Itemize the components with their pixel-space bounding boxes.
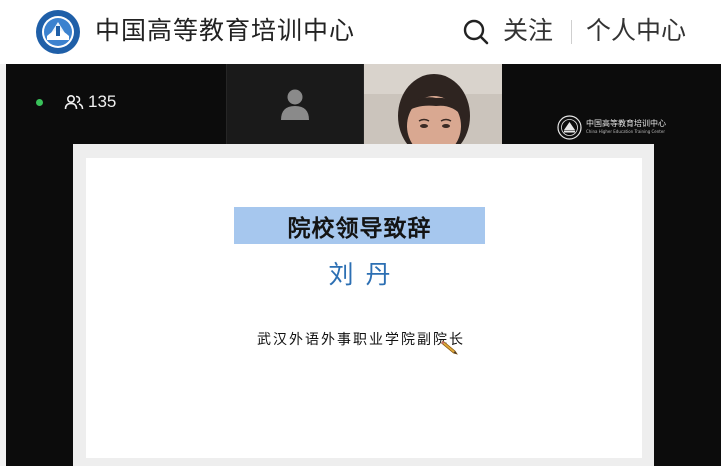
personal-center-link[interactable]: 个人中心	[586, 14, 686, 48]
speaker-video-tile[interactable]	[364, 64, 502, 144]
participant-count[interactable]: 135	[88, 91, 116, 113]
site-logo[interactable]	[35, 9, 81, 55]
avatar-icon	[281, 89, 309, 120]
people-icon[interactable]	[64, 94, 84, 110]
search-icon[interactable]	[462, 18, 490, 46]
header-divider	[571, 20, 572, 44]
slide-banner-title: 院校领导致辞	[287, 215, 432, 242]
watermark-text: 中国高等教育培训中心 China Higher Education Traini…	[586, 119, 666, 135]
participant-tile[interactable]	[226, 64, 364, 144]
online-status-dot	[36, 99, 43, 106]
speaker-video-feed	[364, 64, 502, 144]
speaker-name: 刘丹	[328, 260, 403, 289]
pencil-icon	[440, 340, 458, 355]
follow-button[interactable]: 关注	[503, 14, 553, 48]
presentation-slide: 院校领导致辞 刘丹 武汉外语外事职业学院副院长	[86, 158, 642, 458]
site-title[interactable]: 中国高等教育培训中心	[95, 14, 355, 48]
watermark-emblem-icon	[557, 114, 582, 140]
left-edge-bar	[0, 64, 6, 466]
site-header: 中国高等教育培训中心 关注 个人中心	[0, 0, 721, 64]
watermark-cn: 中国高等教育培训中心	[586, 119, 666, 128]
slide-banner: 院校领导致辞	[234, 207, 485, 244]
watermark-en: China Higher Education Training Center	[586, 129, 665, 134]
watermark-logo: 中国高等教育培训中心 China Higher Education Traini…	[557, 114, 697, 140]
